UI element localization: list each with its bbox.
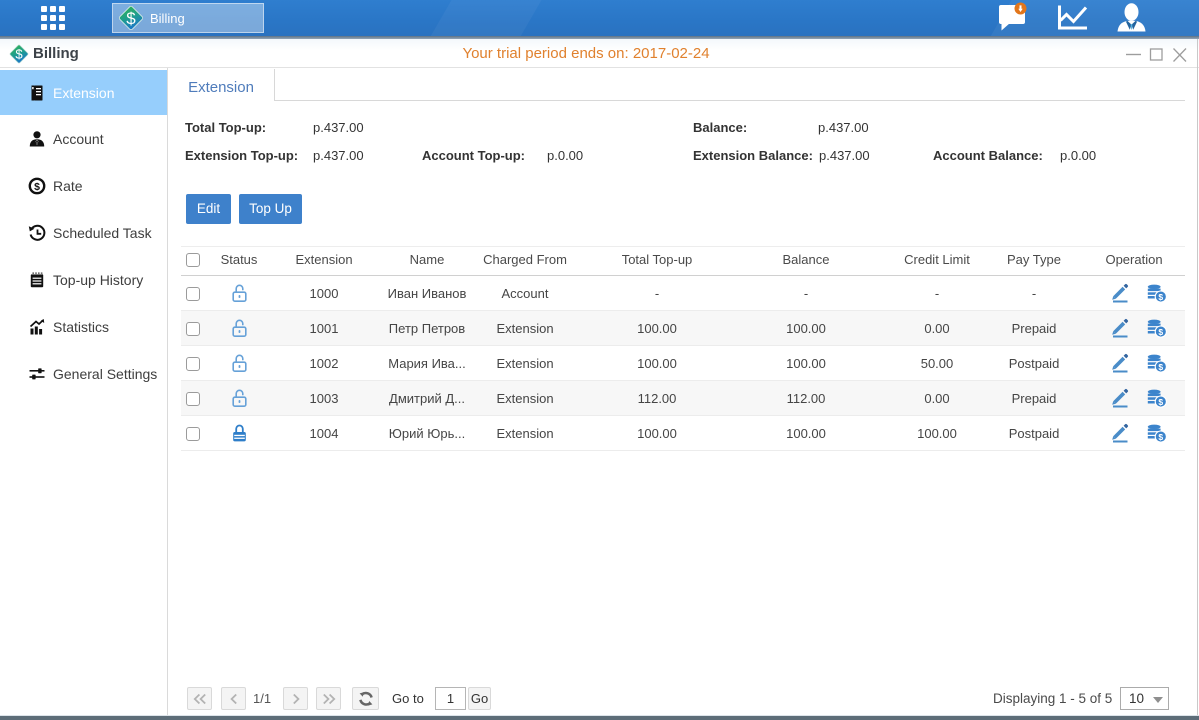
svg-text:$: $: [1158, 397, 1163, 407]
svg-text:$: $: [15, 47, 23, 62]
svg-text:$: $: [34, 181, 40, 193]
svg-text:$: $: [1158, 327, 1163, 337]
svg-text:$: $: [1158, 432, 1163, 442]
svg-text:$: $: [126, 9, 136, 28]
svg-text:$: $: [1158, 292, 1163, 302]
svg-text:$: $: [1158, 362, 1163, 372]
